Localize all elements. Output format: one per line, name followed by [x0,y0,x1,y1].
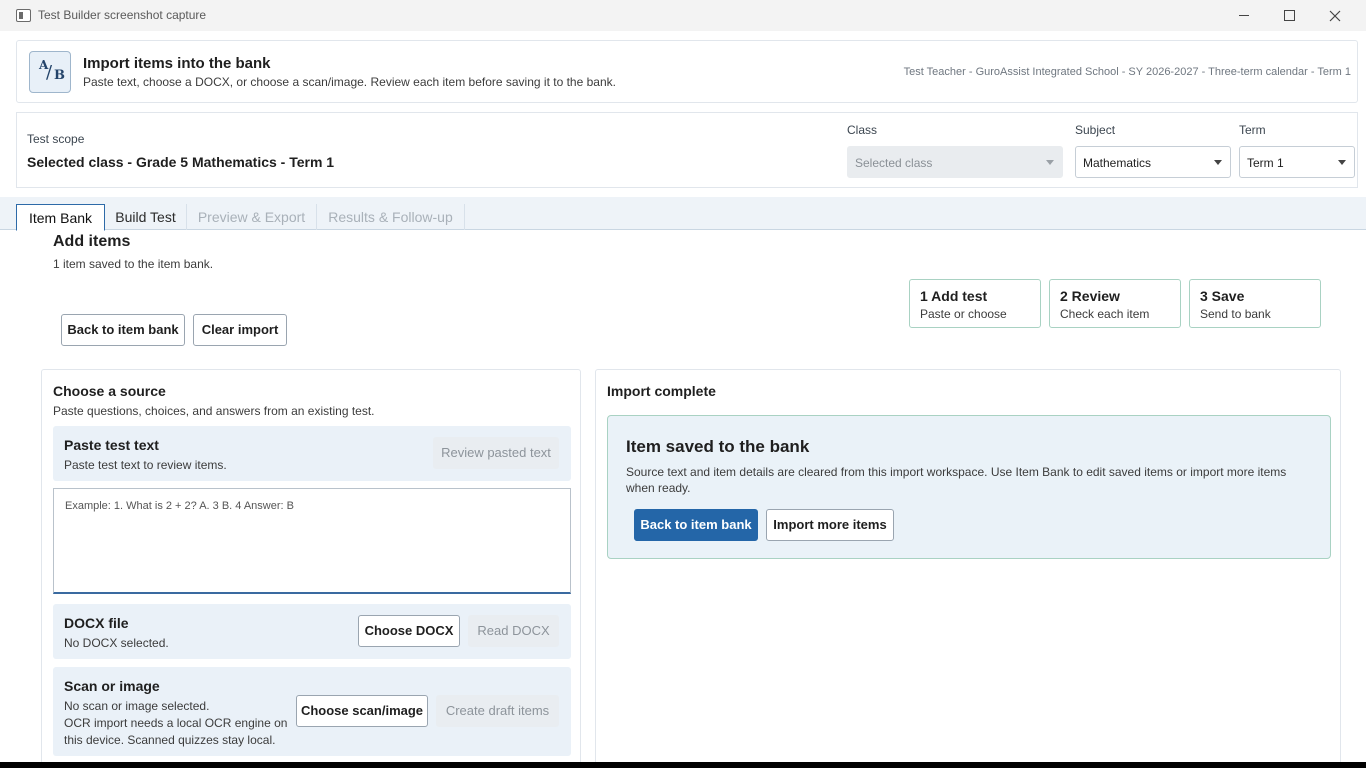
term-label: Term [1239,123,1266,137]
scan-image-section: Scan or image No scan or image selected.… [53,667,571,756]
app-window: Test Builder screenshot capture A / B Im… [0,0,1366,762]
logo-slash: / [46,62,53,83]
page-title: Import items into the bank [83,55,271,72]
scope-value: Selected class - Grade 5 Mathematics - T… [27,154,335,170]
import-complete-title: Import complete [607,383,716,399]
docx-title: DOCX file [64,615,129,631]
choose-scan-image-button[interactable]: Choose scan/image [296,695,428,727]
title-bar[interactable]: Test Builder screenshot capture [0,0,1366,31]
minimize-button[interactable] [1221,0,1267,31]
chevron-down-icon [1046,160,1054,165]
step-add-test: 1 Add test Paste or choose [909,279,1041,328]
step-title: 3 Save [1200,288,1245,304]
scan-image-title: Scan or image [64,678,160,694]
review-pasted-text-button[interactable]: Review pasted text [433,437,559,469]
subject-select[interactable]: Mathematics [1075,146,1231,178]
ocr-note: OCR import needs a local OCR engine on t… [64,716,288,747]
import-complete-panel: Import complete Item saved to the bank S… [595,369,1341,762]
success-card-title: Item saved to the bank [626,437,810,456]
context-info: Test Teacher - GuroAssist Integrated Sch… [903,66,1351,78]
back-to-item-bank-primary-button[interactable]: Back to item bank [634,509,758,541]
choose-docx-button[interactable]: Choose DOCX [358,615,460,647]
step-subtitle: Check each item [1060,307,1150,321]
success-card: Item saved to the bank Source text and i… [607,415,1331,559]
paste-text-title: Paste test text [64,437,159,453]
docx-status: No DOCX selected. [64,636,169,650]
read-docx-button[interactable]: Read DOCX [468,615,559,647]
import-more-items-button[interactable]: Import more items [766,509,894,541]
choose-source-subtitle: Paste questions, choices, and answers fr… [53,404,375,418]
window-title: Test Builder screenshot capture [38,8,207,22]
paste-text-subtitle: Paste test text to review items. [64,458,227,472]
page-header: A / B Import items into the bank Paste t… [16,40,1358,103]
logo-letter-b: B [54,68,65,83]
term-select-value: Term 1 [1247,156,1284,170]
saved-count-text: 1 item saved to the item bank. [53,257,214,271]
chevron-down-icon [1214,160,1222,165]
term-select[interactable]: Term 1 [1239,146,1355,178]
class-select-value: Selected class [855,156,933,170]
subject-label: Subject [1075,123,1116,137]
create-draft-items-button[interactable]: Create draft items [436,695,559,727]
success-card-text: Source text and item details are cleared… [626,465,1287,495]
maximize-button[interactable] [1266,0,1312,31]
step-subtitle: Paste or choose [920,307,1007,321]
close-icon [1329,10,1341,22]
tab-bar: Item Bank Build Test Preview & Export Re… [0,197,1366,231]
app-icon [16,9,31,22]
tab-build-test[interactable]: Build Test [105,204,187,230]
page-subtitle: Paste text, choose a DOCX, or choose a s… [83,75,616,89]
clear-import-button[interactable]: Clear import [193,314,287,346]
paste-text-input[interactable]: Example: 1. What is 2 + 2? A. 3 B. 4 Ans… [53,488,571,594]
docx-section: DOCX file No DOCX selected. Choose DOCX … [53,604,571,659]
subject-select-value: Mathematics [1083,156,1152,170]
step-subtitle: Send to bank [1200,307,1271,321]
step-save: 3 Save Send to bank [1189,279,1321,328]
tab-results-follow-up[interactable]: Results & Follow-up [317,204,465,230]
step-title: 1 Add test [920,288,988,304]
scan-image-status: No scan or image selected. [64,699,210,713]
choose-source-panel: Choose a source Paste questions, choices… [41,369,581,762]
paste-text-section: Paste test text Paste test text to revie… [53,426,571,481]
scope-label: Test scope [27,132,85,146]
tab-preview-export[interactable]: Preview & Export [187,204,317,230]
app-logo: A / B [29,51,71,93]
tab-item-bank[interactable]: Item Bank [16,204,105,231]
choose-source-title: Choose a source [53,383,166,399]
add-items-title: Add items [53,233,131,250]
class-label: Class [847,123,878,137]
main-content: A / B Import items into the bank Paste t… [0,31,1366,762]
close-button[interactable] [1312,0,1358,31]
class-select[interactable]: Selected class [847,146,1063,178]
step-review: 2 Review Check each item [1049,279,1181,328]
chevron-down-icon [1338,160,1346,165]
back-to-item-bank-button[interactable]: Back to item bank [61,314,185,346]
step-title: 2 Review [1060,288,1120,304]
test-scope-bar: Test scope Selected class - Grade 5 Math… [16,112,1358,188]
